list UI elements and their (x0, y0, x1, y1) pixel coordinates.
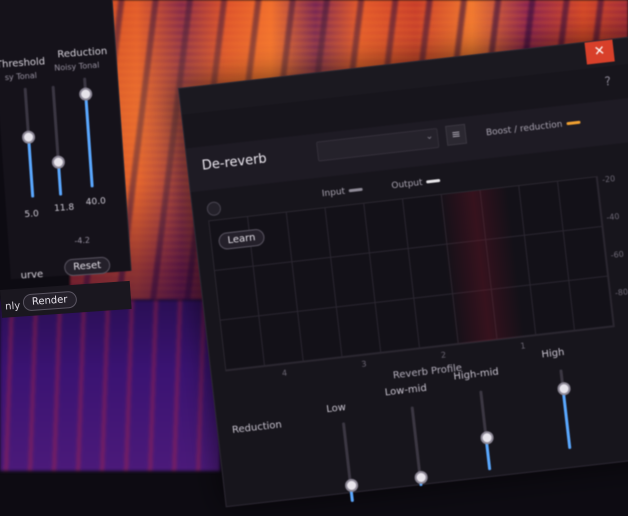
db-tick: -40 (605, 211, 620, 223)
reverb-profile-graph[interactable] (208, 176, 615, 372)
threshold-label: Threshold (0, 56, 46, 71)
reduction-sublabel: Noisy Tonal (53, 60, 100, 73)
threshold-slider-fill (27, 137, 35, 198)
freq-tick: 2 (440, 350, 447, 360)
spectrogram-secondary-view[interactable] (0, 300, 220, 471)
reset-button[interactable]: Reset (63, 256, 111, 277)
db-tick: -60 (610, 249, 625, 261)
legend-input-label: Input (321, 186, 346, 200)
db-tick: -20 (601, 174, 616, 185)
graph-highlight (437, 187, 525, 345)
reduction-label: Reduction (57, 46, 108, 61)
reduction-value: 40.0 (85, 196, 107, 208)
denoise-module-panel: Threshold Reduction sy Tonal Noisy Tonal… (0, 0, 132, 282)
threshold-sublabel: sy Tonal (4, 70, 38, 83)
curve-value: -4.2 (74, 235, 91, 246)
band-slider-thumb[interactable] (556, 381, 572, 396)
legend-input: Input (321, 185, 364, 200)
dereverb-window: ✕ ? De-reverb ⌄ ≡ Boost / reduction Inpu… (178, 34, 628, 508)
legend-output: Output (390, 176, 441, 192)
band-slider-high[interactable] (556, 369, 572, 450)
band-slider-low-mid[interactable] (410, 406, 429, 487)
reduction-label: Reduction (231, 419, 283, 437)
reduction-slider[interactable] (78, 77, 94, 188)
tonal-slider-thumb[interactable] (51, 155, 66, 170)
band-slider-low[interactable] (341, 422, 359, 503)
legend-output-swatch (426, 178, 441, 184)
legend-boost-swatch (566, 120, 581, 126)
render-button[interactable]: Render (22, 290, 78, 312)
menu-icon[interactable]: ≡ (445, 123, 468, 146)
tonal-slider[interactable] (51, 85, 66, 196)
threshold-slider[interactable] (21, 87, 36, 198)
freq-tick: 4 (281, 368, 288, 379)
legend-output-label: Output (390, 177, 424, 192)
threshold-slider-thumb[interactable] (21, 129, 36, 144)
band-slider-thumb[interactable] (413, 470, 429, 485)
module-power-toggle[interactable] (206, 200, 222, 217)
band-slider-thumb[interactable] (344, 478, 359, 493)
band-slider-thumb[interactable] (479, 430, 495, 445)
chevron-down-icon: ⌄ (425, 131, 434, 143)
curve-label: urve (20, 269, 44, 282)
threshold-value: 5.0 (24, 209, 40, 221)
legend-input-swatch (348, 187, 364, 193)
band-slider-fill (561, 389, 572, 450)
band-label-low: Low (325, 402, 347, 416)
band-label-high: High (540, 346, 566, 361)
freq-tick: 1 (519, 341, 527, 351)
band-slider-high-mid[interactable] (479, 390, 495, 471)
only-label: nly (4, 300, 21, 313)
reduction-slider-fill (84, 93, 94, 188)
help-icon[interactable]: ? (604, 74, 612, 89)
close-button[interactable]: ✕ (584, 39, 615, 65)
tonal-value: 11.8 (53, 202, 75, 215)
freq-tick: 3 (360, 359, 368, 369)
db-tick: -80 (614, 287, 628, 298)
reduction-slider-thumb[interactable] (78, 86, 93, 101)
band-label-low-mid: Low-mid (384, 382, 428, 399)
